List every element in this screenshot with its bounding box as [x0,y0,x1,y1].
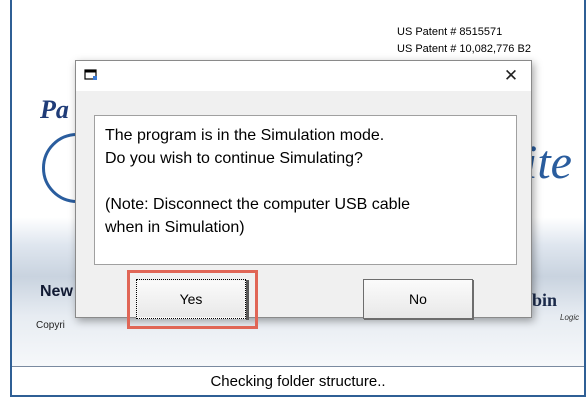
status-bar: Checking folder structure.. [12,366,584,395]
message-line-1: The program is in the Simulation mode. [105,127,385,144]
patent-line-2: US Patent # 10,082,776 B2 [397,43,531,55]
no-button-label: No [409,291,427,307]
partial-title-text: Pa [40,95,69,124]
partial-copyright-text: Copyri [36,320,65,331]
status-text: Checking folder structure.. [210,372,386,390]
close-button[interactable]: ✕ [491,61,531,91]
patent-info: US Patent # 8515571 US Patent # 10,082,7… [397,24,531,58]
partial-logo-text: bin [532,290,558,310]
message-line-2: Do you wish to continue Simulating? [105,150,363,167]
message-box: The program is in the Simulation mode. D… [94,115,517,265]
yes-button-highlight [127,270,258,329]
partial-heading-text: New [40,283,73,300]
no-button[interactable]: No [363,279,473,319]
message-line-4: when in Simulation) [105,219,245,236]
dialog-titlebar[interactable]: ✕ [76,61,531,91]
partial-logo-sub: Logic [560,313,580,322]
message-line-3: (Note: Disconnect the computer USB cable [105,196,411,213]
close-icon: ✕ [503,66,519,85]
patent-line-1: US Patent # 8515571 [397,26,503,38]
app-window-icon [84,69,97,80]
